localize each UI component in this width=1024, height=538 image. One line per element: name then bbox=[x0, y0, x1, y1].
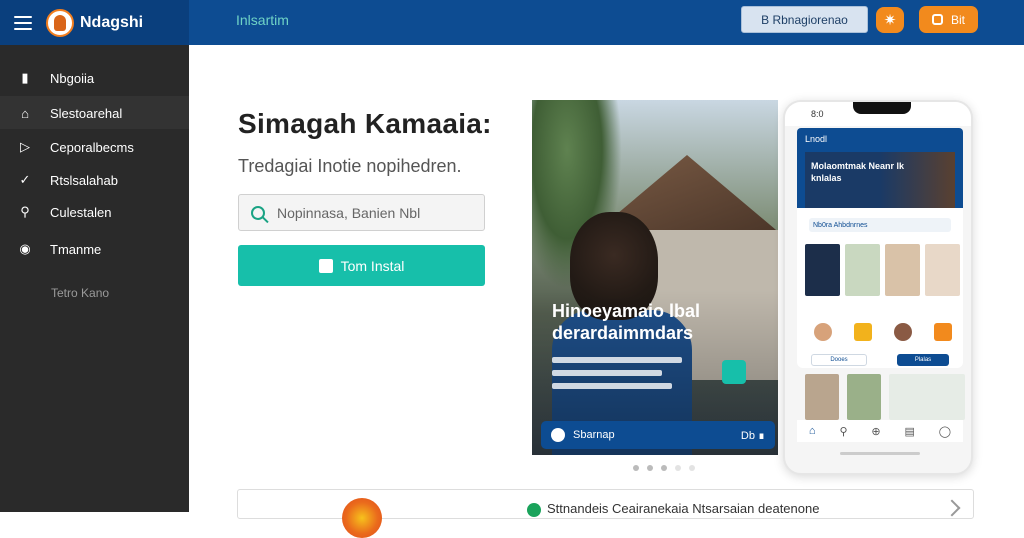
phone-mockup: 8:0 Lnodl Molaomtmak Neanr lk knlalas Nb… bbox=[783, 100, 973, 475]
hero-text-lines bbox=[552, 357, 682, 396]
sidebar-item-label: Tmanme bbox=[50, 241, 102, 257]
phone-pill-secondary: Dooes bbox=[811, 354, 867, 366]
chevron-right-icon[interactable] bbox=[943, 499, 961, 517]
sidebar-item-label: Slestoarehal bbox=[50, 105, 123, 121]
hero-image[interactable]: Hinoeyamaio lbal derardaimmdars Sbarnap … bbox=[532, 100, 778, 455]
profile-icon: ◯ bbox=[938, 425, 952, 438]
hero-bottom-bar[interactable]: Sbarnap Db ∎ bbox=[541, 421, 775, 449]
search-placeholder: Nopinnasa, Banien Nbl bbox=[277, 204, 421, 221]
phone-content-card: Nb0ra Ahbdnrnes Dooes Plalas bbox=[797, 208, 963, 368]
page-title: Simagah Kamaaia: bbox=[238, 108, 492, 139]
phone-banner-text: Molaomtmak Neanr lk knlalas bbox=[811, 161, 905, 183]
phone-nav-bar: ⌂ ⚲ ⊕ ▤ ◯ bbox=[797, 420, 963, 442]
library-icon: ▤ bbox=[904, 425, 915, 438]
hero-title: Hinoeyamaio lbal derardaimmdars bbox=[552, 301, 701, 343]
notification-icon bbox=[931, 14, 943, 25]
brand-area: Ndagshi bbox=[0, 0, 189, 45]
home-icon: ⌂ bbox=[808, 425, 816, 437]
phone-banner: Molaomtmak Neanr lk knlalas bbox=[805, 152, 955, 208]
hamburger-menu-icon[interactable] bbox=[14, 15, 32, 30]
top-action-label: Bit bbox=[950, 12, 965, 27]
carousel-dot[interactable] bbox=[661, 465, 667, 471]
carousel-dots[interactable] bbox=[633, 465, 695, 471]
top-action-button[interactable]: Bit bbox=[919, 6, 978, 33]
sidebar-item-label: Nbgoiia bbox=[50, 70, 95, 86]
phone-thumbnails bbox=[805, 244, 960, 296]
phone-header-title: Lnodl bbox=[805, 134, 828, 144]
bag-icon: ▮ bbox=[21, 70, 29, 85]
install-icon bbox=[318, 258, 333, 273]
flower-icon bbox=[342, 498, 382, 538]
home-icon: ⌂ bbox=[21, 105, 29, 121]
top-bar: Ndagshi Inlsartim B Rbnagiorenao ✷ Bit bbox=[0, 0, 1024, 45]
sidebar-item-3[interactable]: ▷ Ceporalbecms bbox=[0, 132, 189, 162]
sidebar-item-2[interactable]: ⌂ Slestoarehal bbox=[0, 98, 189, 128]
carousel-dot[interactable] bbox=[633, 465, 639, 471]
sidebar-item-4[interactable]: ✓ Rtslsalahab bbox=[0, 165, 189, 195]
bottom-banner[interactable]: Sttnandeis Ceairanekaia Ntsarsaian deate… bbox=[237, 489, 974, 538]
install-button-label: Tom Instal bbox=[340, 257, 405, 274]
thumbnail bbox=[885, 244, 920, 296]
sidebar-item-label: Culestalen bbox=[50, 204, 112, 220]
phone-chip: Nb0ra Ahbdnrnes bbox=[809, 218, 951, 232]
top-tab[interactable]: Inlsartim bbox=[236, 12, 289, 28]
phone-pill-primary: Plalas bbox=[897, 354, 949, 366]
carousel-dot[interactable] bbox=[689, 465, 695, 471]
search-input[interactable]: Nopinnasa, Banien Nbl bbox=[238, 194, 485, 231]
settings-gear-button[interactable]: ✷ bbox=[876, 7, 904, 33]
logo-icon bbox=[46, 8, 74, 37]
phone-header: Lnodl Molaomtmak Neanr lk knlalas bbox=[797, 128, 963, 208]
carousel-dot[interactable] bbox=[675, 465, 681, 471]
add-icon: ⊕ bbox=[871, 425, 881, 438]
sidebar-footer[interactable]: Tetro Kano bbox=[51, 286, 109, 300]
sidebar-item-1[interactable]: ▮ Nbgoiia bbox=[0, 63, 189, 93]
phone-icon-row bbox=[805, 318, 960, 346]
thumbnail bbox=[925, 244, 960, 296]
bottom-banner-text: Sttnandeis Ceairanekaia Ntsarsaian deate… bbox=[547, 501, 820, 516]
carousel-dot[interactable] bbox=[647, 465, 653, 471]
status-dot-icon bbox=[527, 503, 541, 517]
play-icon: ▷ bbox=[20, 139, 30, 154]
gear-icon: ✷ bbox=[883, 12, 897, 29]
thumbnail bbox=[805, 244, 840, 296]
phone-bottom-thumbs bbox=[805, 374, 965, 420]
thumbnail bbox=[845, 244, 880, 296]
search-icon bbox=[251, 205, 265, 220]
hero-app-icon bbox=[722, 360, 746, 384]
profile-icon bbox=[551, 428, 565, 442]
check-icon: ✓ bbox=[19, 172, 31, 187]
phone-notch bbox=[853, 102, 911, 114]
brand-name: Ndagshi bbox=[80, 13, 144, 31]
phone-time: 8:0 bbox=[811, 109, 824, 119]
search-icon: ⚲ bbox=[839, 425, 848, 438]
install-button[interactable]: Tom Instal bbox=[238, 245, 485, 286]
sidebar-item-5[interactable]: ⚲ Culestalen bbox=[0, 197, 189, 227]
link-icon: ⚲ bbox=[20, 204, 30, 219]
sidebar-item-label: Rtslsalahab bbox=[50, 172, 118, 188]
hero-bar-right-label: Db ∎ bbox=[740, 429, 765, 442]
sidebar-item-label: Ceporalbecms bbox=[50, 139, 134, 155]
sidebar: ▮ Nbgoiia ⌂ Slestoarehal ▷ Ceporalbecms … bbox=[0, 45, 189, 512]
page-subtitle: Tredagiai Inotie nopihedren. bbox=[238, 156, 462, 176]
hero-bar-left-label: Sbarnap bbox=[573, 429, 615, 441]
top-search-button[interactable]: B Rbnagiorenao bbox=[741, 6, 868, 33]
video-icon: ◉ bbox=[19, 241, 31, 256]
sidebar-item-6[interactable]: ◉ Tmanme bbox=[0, 234, 189, 264]
phone-home-indicator bbox=[840, 452, 920, 455]
